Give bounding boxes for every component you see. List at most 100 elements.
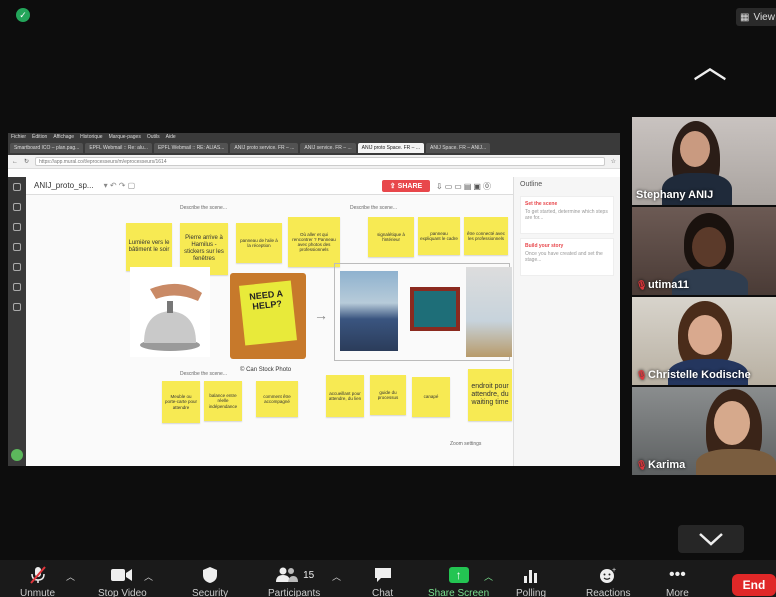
sticky-note[interactable]: endroit pour attendre, du waiting time — [468, 369, 512, 421]
outline-card[interactable]: Build your story Once you have created a… — [520, 238, 614, 276]
sticky-note[interactable]: Où aller et qui rencontrer ? Panneau ave… — [288, 217, 340, 267]
outline-card[interactable]: Set the scene To get started, determine … — [520, 196, 614, 234]
board-title[interactable]: ANIJ_proto_sp... — [34, 181, 94, 190]
tool-icon[interactable] — [13, 283, 21, 291]
video-body — [696, 449, 776, 475]
video-options-caret[interactable]: ︿ — [144, 570, 153, 583]
unmute-button[interactable]: Unmute — [20, 566, 55, 597]
need-help-text: NEED A HELP? — [239, 280, 297, 346]
menu-item[interactable]: Marque-pages — [109, 134, 141, 140]
toolbar-icons[interactable]: ⇩▭▭▤▣⓪ — [436, 181, 493, 192]
arrow-right-icon: → — [314, 307, 328, 323]
participant-tile[interactable]: 🎙 Christelle Kodische — [632, 297, 776, 385]
tool-icon[interactable] — [13, 183, 21, 191]
browser-tab[interactable]: ANIJ service. FR – ... — [300, 143, 356, 153]
sticky-note[interactable]: Meuble ou porte-carte pour attendre — [162, 381, 200, 423]
participant-tile[interactable]: Stephany ANIJ — [632, 117, 776, 205]
participant-name: Stephany ANIJ — [636, 189, 714, 201]
reload-icon[interactable]: ↻ — [24, 158, 29, 165]
scroll-up-icon[interactable]: ︿ — [693, 50, 727, 84]
menu-item[interactable]: Fichier — [11, 134, 26, 140]
shield-icon — [202, 566, 218, 584]
security-button[interactable]: Security — [192, 566, 228, 597]
sticky-note[interactable]: canapé — [412, 377, 450, 417]
menu-item[interactable]: Affichage — [53, 134, 74, 140]
scene-label: Describe the scene... — [350, 205, 397, 211]
url-field[interactable]: https://app.mural.co/t/eprocesseurs/m/ep… — [35, 157, 605, 166]
participant-tile[interactable]: 🎙 utima11 — [632, 207, 776, 295]
more-dots-icon: ••• — [668, 566, 686, 583]
participant-name: 🎙 Christelle Kodische — [636, 369, 751, 381]
end-meeting-button[interactable]: End — [732, 574, 776, 596]
participants-button[interactable]: 15 Participants — [268, 566, 320, 597]
zoom-settings[interactable]: Zoom settings — [450, 441, 481, 447]
mic-muted-icon — [29, 566, 46, 584]
help-icon[interactable] — [11, 449, 23, 461]
share-button[interactable]: ⇪ SHARE — [382, 180, 430, 192]
mural-left-rail — [8, 177, 26, 466]
share-options-caret[interactable]: ︿ — [484, 570, 493, 583]
stop-video-button[interactable]: Stop Video — [98, 566, 147, 597]
reception-bell-image — [130, 267, 210, 357]
participant-tile[interactable]: 🎙 Karima — [632, 387, 776, 475]
scroll-down-button[interactable] — [678, 525, 744, 553]
browser-tab[interactable]: Smartboard ICO – plan.pag... — [10, 143, 84, 153]
sticky-note[interactable]: balance entre réelle indépendance — [204, 381, 242, 421]
view-button[interactable]: ▦ View — [736, 8, 776, 26]
security-shield-icon[interactable]: ✓ — [16, 8, 30, 22]
back-icon[interactable]: ← — [12, 159, 18, 165]
sticky-note[interactable]: guide du processus — [370, 375, 406, 415]
sticky-note[interactable]: signalétique à l'intérieur — [368, 217, 414, 257]
sticky-note[interactable]: panneau de l'aile à la réception — [236, 223, 282, 263]
menu-item[interactable]: Outils — [147, 134, 160, 140]
scene-label: Describe the scene... — [180, 205, 227, 211]
sticky-note[interactable]: accueillant pour attendre, du lien — [326, 375, 364, 417]
browser-tab[interactable]: EPFL Webmail :: Re: alu... — [85, 143, 152, 153]
grid-icon: ▦ — [740, 11, 750, 23]
share-screen-button[interactable]: ↑ Share Screen — [428, 566, 489, 597]
mic-muted-icon: 🎙 — [636, 370, 648, 380]
polling-button[interactable]: Polling — [516, 566, 546, 597]
video-face — [688, 315, 722, 355]
browser-tab[interactable]: ANIJ proto service. FR – ... — [230, 143, 299, 153]
building-photo — [340, 271, 398, 351]
chat-button[interactable]: Chat — [372, 566, 393, 597]
chat-bubble-icon — [374, 566, 392, 584]
reactions-button[interactable]: + Reactions — [586, 566, 630, 597]
browser-tab-active[interactable]: ANIJ proto Space. FR – ... — [357, 143, 424, 153]
video-face — [714, 401, 750, 445]
browser-tab-bar: Smartboard ICO – plan.pag... EPFL Webmai… — [8, 141, 620, 155]
sticky-note[interactable]: être connecté avec les professionnels — [464, 217, 508, 255]
undo-redo-icons[interactable]: ▾ ↶ ↷ ▢ — [104, 181, 136, 190]
mic-muted-icon: 🎙 — [636, 280, 648, 290]
more-button[interactable]: ••• More — [666, 566, 689, 597]
sticky-note[interactable]: panneau expliquant le cadre — [418, 217, 460, 255]
mural-canvas[interactable]: Describe the scene... Describe the scene… — [30, 197, 512, 463]
participants-options-caret[interactable]: ︿ — [332, 570, 341, 583]
tool-icon[interactable] — [13, 263, 21, 271]
participants-icon: 15 — [274, 566, 314, 584]
sticky-note[interactable]: Lumière vers le bâtiment le soir — [126, 223, 172, 271]
tool-icon[interactable] — [13, 203, 21, 211]
pool-table-photo — [410, 287, 460, 331]
interior-photo — [466, 267, 512, 357]
sticky-note[interactable]: comment être accompagné — [256, 381, 298, 417]
menu-item[interactable]: Aide — [166, 134, 176, 140]
browser-tab[interactable]: ANIJ Space. FR – ANIJ... — [426, 143, 491, 153]
menu-item[interactable]: Édition — [32, 134, 47, 140]
unmute-options-caret[interactable]: ︿ — [66, 570, 75, 583]
outline-title: Outline — [520, 181, 543, 188]
scene-label: Describe the scene... — [180, 371, 227, 377]
tool-icon[interactable] — [13, 303, 21, 311]
tool-icon[interactable] — [13, 223, 21, 231]
browser-tab[interactable]: EPFL Webmail :: RE: ALIAS... — [153, 143, 229, 153]
shared-screen: Fichier Édition Affichage Historique Mar… — [8, 133, 620, 466]
participant-name: 🎙 utima11 — [636, 279, 689, 291]
share-icon: ⇪ — [389, 183, 396, 190]
tool-icon[interactable] — [13, 243, 21, 251]
browser-menu-bar: Fichier Édition Affichage Historique Mar… — [8, 133, 620, 141]
star-icon[interactable]: ☆ — [611, 158, 616, 165]
participant-name: 🎙 Karima — [636, 459, 686, 471]
outline-panel: Outline Set the scene To get started, de… — [513, 177, 620, 466]
menu-item[interactable]: Historique — [80, 134, 103, 140]
